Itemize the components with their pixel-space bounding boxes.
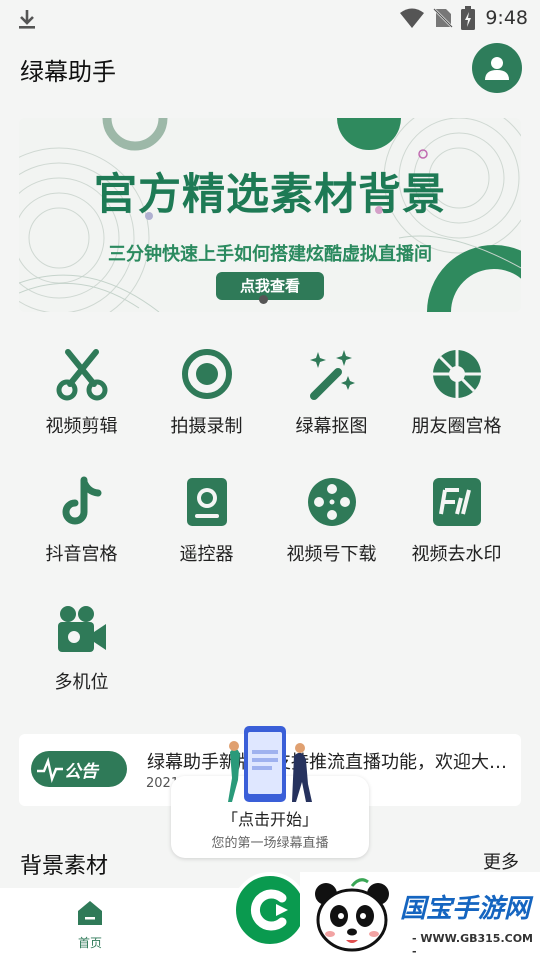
watermark-icon xyxy=(432,478,481,526)
tiktok-icon xyxy=(62,476,101,525)
aperture-icon xyxy=(432,350,481,398)
feature-video-edit[interactable]: 视频剪辑 xyxy=(19,340,144,450)
carousel-indicator xyxy=(259,295,268,304)
feature-channel-download[interactable]: 视频号下载 xyxy=(269,468,394,578)
remote-icon xyxy=(186,478,227,526)
feature-label: 绿幕抠图 xyxy=(295,416,368,437)
app-title: 绿幕助手 xyxy=(20,58,116,86)
scissors-icon xyxy=(56,349,107,401)
popup-subtitle: 您的第一场绿幕直播 xyxy=(211,836,329,851)
feature-remote[interactable]: 遥控器 xyxy=(144,468,269,578)
home-icon xyxy=(78,901,102,925)
site-watermark: 国宝手游网 - WWW.GB315.COM - xyxy=(300,872,540,960)
feature-label: 视频号下载 xyxy=(286,544,377,565)
panda-logo-icon xyxy=(315,878,389,952)
feature-label: 视频剪辑 xyxy=(45,416,118,437)
status-bar: 9:48 xyxy=(0,0,540,36)
banner-view-button[interactable]: 点我查看 xyxy=(216,272,324,300)
status-time: 9:48 xyxy=(485,7,528,29)
feature-record[interactable]: 拍摄录制 xyxy=(144,340,269,450)
watermark-url: - WWW.GB315.COM - xyxy=(412,932,533,958)
phone-illustration xyxy=(228,726,312,802)
feature-remove-watermark[interactable]: 视频去水印 xyxy=(394,468,519,578)
promo-banner[interactable]: 官方精选素材背景 三分钟快速上手如何搭建炫酷虚拟直播间 点我查看 xyxy=(19,118,521,312)
popup-title: 「点击开始」 xyxy=(221,810,318,829)
user-icon xyxy=(485,57,509,80)
magic-wand-icon xyxy=(309,350,355,400)
feature-label: 拍摄录制 xyxy=(170,416,243,437)
nav-home-label: 首页 xyxy=(77,936,102,950)
feature-moments-grid[interactable]: 朋友圈宫格 xyxy=(394,340,519,450)
app-header: 绿幕助手 xyxy=(0,40,540,96)
feature-label: 遥控器 xyxy=(179,544,234,565)
feature-label: 抖音宫格 xyxy=(45,544,118,565)
feature-douyin-grid[interactable]: 抖音宫格 xyxy=(19,468,144,578)
banner-subtitle: 三分钟快速上手如何搭建炫酷虚拟直播间 xyxy=(108,244,432,265)
feature-label: 朋友圈宫格 xyxy=(411,416,502,437)
feature-green-screen[interactable]: 绿幕抠图 xyxy=(269,340,394,450)
start-live-button[interactable] xyxy=(232,872,308,948)
wifi-icon xyxy=(400,8,425,28)
notice-badge: 公告 xyxy=(31,751,127,787)
film-reel-icon xyxy=(307,478,356,526)
download-icon xyxy=(19,10,35,29)
section-title: 背景素材 xyxy=(20,854,109,879)
profile-button[interactable] xyxy=(472,43,522,93)
more-link[interactable]: 更多 xyxy=(483,848,519,874)
watermark-brand: 国宝手游网 xyxy=(400,894,531,924)
feature-label: 多机位 xyxy=(54,672,109,693)
video-camera-icon xyxy=(57,606,106,652)
feature-multi-camera[interactable]: 多机位 xyxy=(19,596,144,706)
app-logo-icon xyxy=(250,889,288,931)
record-icon xyxy=(181,349,232,399)
battery-icon xyxy=(461,6,476,30)
notice-text: 绿幕助手新版本支持推流直播功能，欢迎大家使用 xyxy=(147,752,517,773)
feature-label: 视频去水印 xyxy=(411,544,502,565)
pulse-icon xyxy=(37,756,63,784)
notice-badge-label: 公告 xyxy=(64,762,98,782)
banner-title: 官方精选素材背景 xyxy=(94,170,446,220)
no-sim-icon xyxy=(433,8,454,28)
nav-home[interactable]: 首页 xyxy=(68,898,112,951)
